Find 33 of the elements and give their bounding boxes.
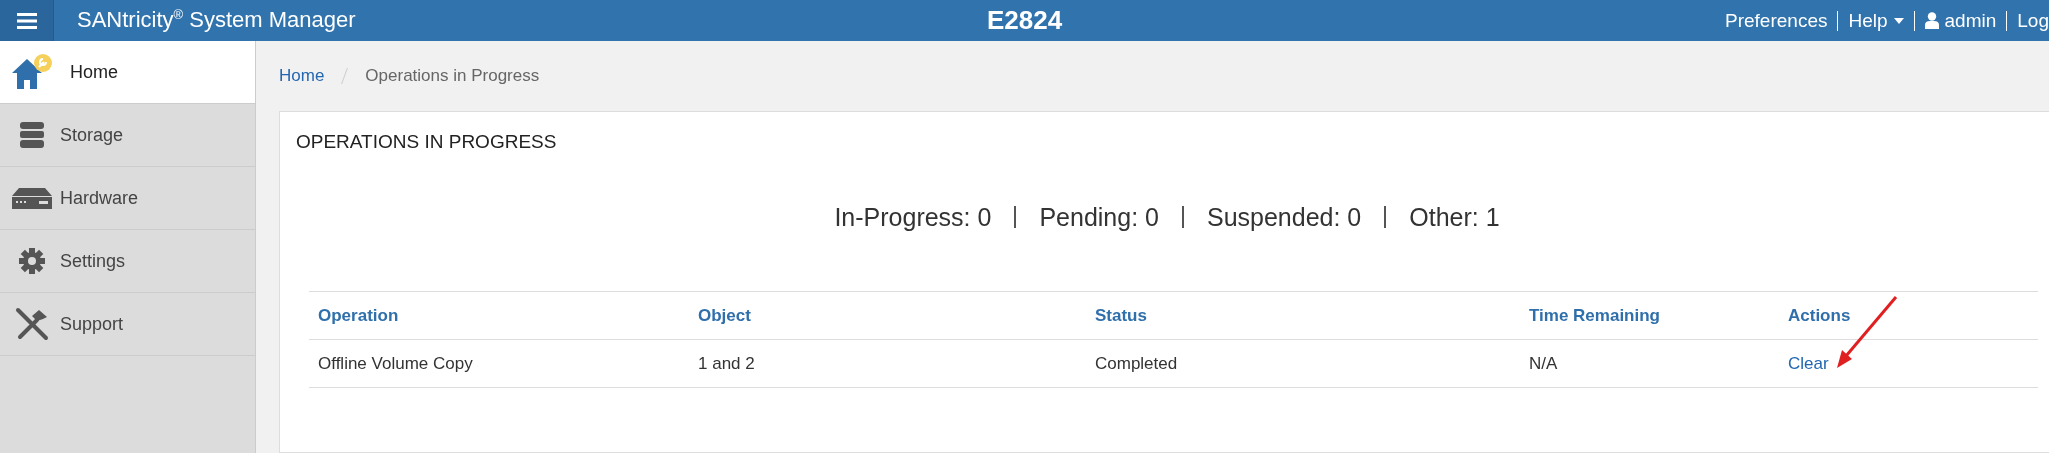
header-link[interactable]: Preferences xyxy=(1715,10,1838,31)
server-icon xyxy=(11,186,53,210)
clear-link[interactable]: Clear xyxy=(1788,353,1829,373)
menu-button[interactable] xyxy=(0,0,54,41)
column-header: Operation xyxy=(309,291,689,340)
nav-item[interactable]: Storage xyxy=(0,104,255,167)
database-icon xyxy=(17,120,47,150)
user-icon xyxy=(1924,12,1939,29)
app-title: SANtricity$^{®}$ System Manager xyxy=(77,7,356,34)
column-header: Status xyxy=(1086,291,1520,340)
column-header: Time Remaining xyxy=(1520,291,1779,340)
tools-icon xyxy=(15,307,49,341)
table-cell: Completed xyxy=(1086,339,1520,388)
help-menu[interactable]: Help xyxy=(1837,10,1914,31)
nav-item[interactable]: Support xyxy=(0,293,255,356)
column-header: Actions xyxy=(1779,291,2038,340)
caret-icon xyxy=(1893,17,1904,24)
breadcrumb-current: Operations in Progress xyxy=(365,66,540,86)
table-cell: N/A xyxy=(1520,339,1779,388)
status-count: Other: 1 xyxy=(1384,206,1523,228)
card-title: OPERATIONS IN PROGRESS xyxy=(296,131,558,153)
table-cell: 1 and 2 xyxy=(689,339,1086,388)
user-menu[interactable]: admin xyxy=(1913,10,2007,31)
menu-icon xyxy=(16,12,37,29)
column-header: Object xyxy=(689,291,1086,340)
home-icon xyxy=(10,53,54,91)
nav-item[interactable]: Settings xyxy=(0,230,255,293)
header-link[interactable]: Log xyxy=(2006,10,2049,31)
breadcrumb-link[interactable]: Home xyxy=(279,66,325,86)
nav-item[interactable]: Hardware xyxy=(0,167,255,230)
system-name: E2824 xyxy=(986,5,1063,35)
nav-item[interactable]: Home xyxy=(0,41,255,104)
table-cell: Offline Volume Copy xyxy=(309,339,689,388)
